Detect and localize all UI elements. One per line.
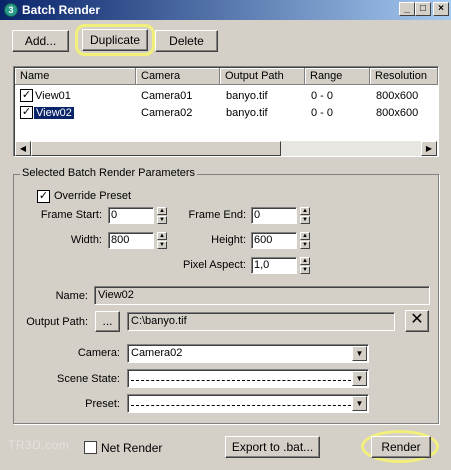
scroll-right-icon[interactable]: ▶ <box>421 141 437 156</box>
row-range: 0 - 0 <box>311 90 334 102</box>
name-label: Name: <box>55 290 88 302</box>
height-label: Height: <box>211 234 246 246</box>
spinner-up-icon[interactable]: ▲ <box>157 232 167 240</box>
x-icon: ✕ <box>410 311 424 328</box>
height-input[interactable]: 600 <box>251 232 297 249</box>
camera-label: Camera: <box>77 347 120 359</box>
row-resolution: 800x600 <box>376 90 419 102</box>
frame-end-spinner[interactable]: ▲ ▼ <box>300 207 310 224</box>
horizontal-scrollbar[interactable]: ◀ ▶ <box>15 141 437 156</box>
export-bat-button[interactable]: Export to .bat... <box>225 436 320 458</box>
spinner-down-icon[interactable]: ▼ <box>157 216 167 224</box>
row-name: View02 <box>34 107 74 119</box>
add-button[interactable]: Add... <box>12 30 69 52</box>
pixel-aspect-label: Pixel Aspect: <box>183 259 246 271</box>
spinner-up-icon[interactable]: ▲ <box>157 207 167 215</box>
row-camera: Camera02 <box>141 107 193 119</box>
minimize-icon[interactable]: _ <box>399 2 415 16</box>
table-row[interactable]: ✓ View02 Camera02 banyo.tif 0 - 0 800x60… <box>15 105 438 121</box>
row-checkbox-checked[interactable]: ✓ <box>20 106 33 119</box>
height-spinner[interactable]: ▲ ▼ <box>300 232 310 249</box>
scroll-left-icon[interactable]: ◀ <box>15 141 31 156</box>
output-path-field[interactable]: C:\banyo.tif <box>127 312 395 331</box>
spinner-down-icon[interactable]: ▼ <box>157 241 167 249</box>
empty-selection-dashes <box>131 397 351 406</box>
spinner-up-icon[interactable]: ▲ <box>300 257 310 265</box>
row-resolution: 800x600 <box>376 107 419 119</box>
camera-select[interactable]: Camera02 ▼ <box>127 344 369 363</box>
column-header-range[interactable]: Range <box>305 68 370 85</box>
frame-start-label: Frame Start: <box>40 209 102 221</box>
column-header-camera[interactable]: Camera <box>136 68 220 85</box>
row-range: 0 - 0 <box>311 107 334 119</box>
delete-button[interactable]: Delete <box>155 30 218 52</box>
close-icon[interactable]: × <box>433 2 449 16</box>
scroll-thumb[interactable] <box>31 141 281 156</box>
empty-selection-dashes <box>131 372 351 381</box>
net-render-checkbox[interactable] <box>84 441 97 454</box>
watermark: TR3D.com <box>8 438 70 452</box>
column-header-resolution[interactable]: Resolution <box>370 68 438 85</box>
row-camera: Camera01 <box>141 90 193 102</box>
chevron-down-icon[interactable]: ▼ <box>352 396 367 411</box>
render-button[interactable]: Render <box>371 436 431 458</box>
camera-select-value: Camera02 <box>131 347 183 359</box>
pixel-aspect-spinner[interactable]: ▲ ▼ <box>300 257 310 274</box>
name-field[interactable]: View02 <box>94 286 430 305</box>
net-render-label: Net Render <box>101 441 163 455</box>
window-title: Batch Render <box>22 3 101 17</box>
pixel-aspect-input[interactable]: 1,0 <box>251 257 297 274</box>
browse-output-button[interactable]: ... <box>95 311 120 332</box>
width-label: Width: <box>70 234 102 246</box>
row-output-path: banyo.tif <box>226 90 268 102</box>
batch-list[interactable]: Name Camera Output Path Range Resolution… <box>13 66 439 157</box>
group-title: Selected Batch Render Parameters <box>20 167 198 179</box>
app-icon: 3 <box>4 3 18 17</box>
scene-state-select[interactable]: ▼ <box>127 369 369 388</box>
preset-label: Preset: <box>85 398 120 410</box>
spinner-up-icon[interactable]: ▲ <box>300 207 310 215</box>
override-preset-checkbox[interactable]: ✓ <box>37 190 50 203</box>
width-spinner[interactable]: ▲ ▼ <box>157 232 167 249</box>
width-input[interactable]: 800 <box>108 232 154 249</box>
maximize-icon[interactable]: □ <box>415 2 431 16</box>
row-checkbox-checked[interactable]: ✓ <box>20 89 33 102</box>
spinner-down-icon[interactable]: ▼ <box>300 266 310 274</box>
frame-end-input[interactable]: 0 <box>251 207 297 224</box>
frame-end-label: Frame End: <box>188 209 246 221</box>
duplicate-button[interactable]: Duplicate <box>82 29 148 51</box>
column-header-output-path[interactable]: Output Path <box>220 68 305 85</box>
table-row[interactable]: ✓ View01 Camera01 banyo.tif 0 - 0 800x60… <box>15 88 438 104</box>
override-preset-label: Override Preset <box>54 190 132 202</box>
scene-state-label: Scene State: <box>57 373 120 385</box>
row-output-path: banyo.tif <box>226 107 268 119</box>
title-bar[interactable]: 3 Batch Render _ □ × <box>0 0 451 20</box>
output-path-label: Output Path: <box>26 316 88 328</box>
preset-select[interactable]: ▼ <box>127 394 369 413</box>
spinner-down-icon[interactable]: ▼ <box>300 216 310 224</box>
spinner-down-icon[interactable]: ▼ <box>300 241 310 249</box>
row-name: View01 <box>35 90 71 102</box>
spinner-up-icon[interactable]: ▲ <box>300 232 310 240</box>
frame-start-input[interactable]: 0 <box>108 207 154 224</box>
clear-output-path-button[interactable]: ✕ <box>405 310 429 332</box>
chevron-down-icon[interactable]: ▼ <box>352 371 367 386</box>
column-header-name[interactable]: Name <box>15 68 136 85</box>
chevron-down-icon[interactable]: ▼ <box>352 346 367 361</box>
frame-start-spinner[interactable]: ▲ ▼ <box>157 207 167 224</box>
